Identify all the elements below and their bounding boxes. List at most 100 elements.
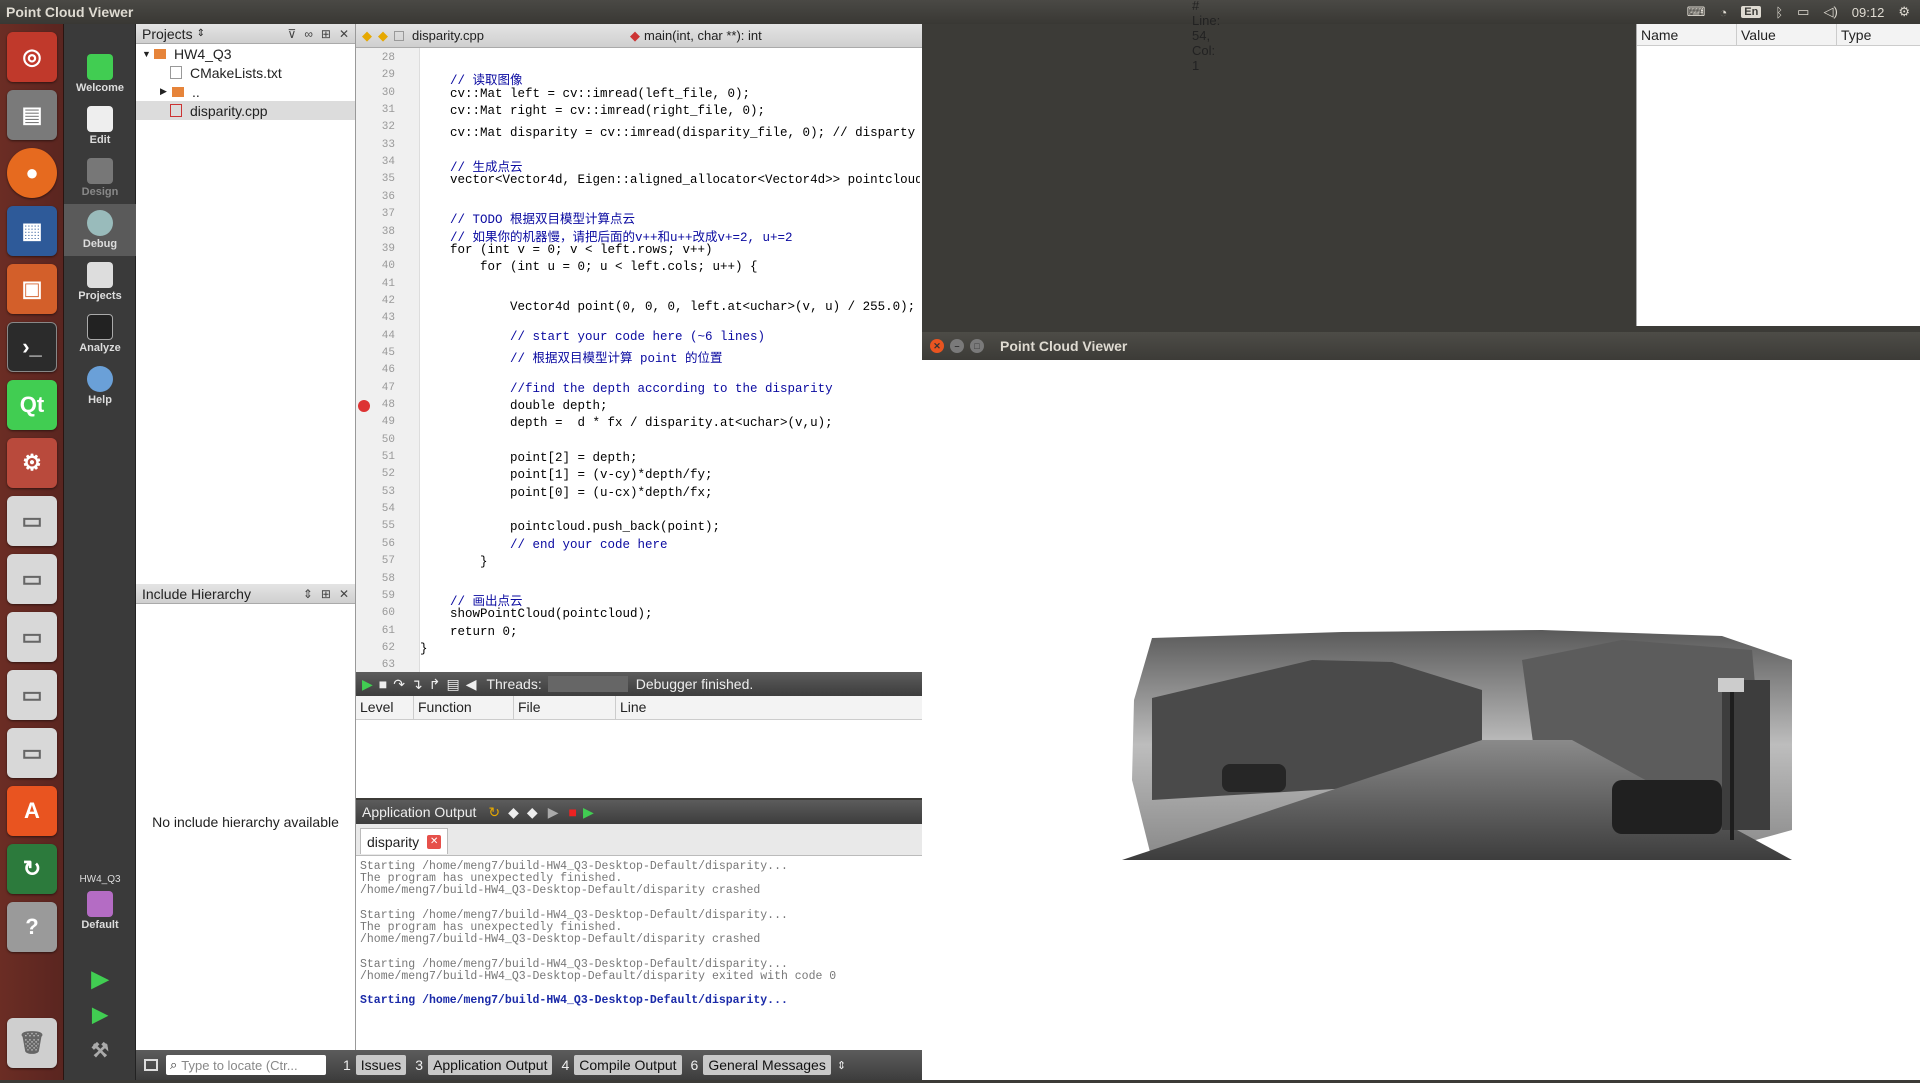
mode-projects[interactable]: Projects bbox=[64, 256, 136, 308]
app-output-text[interactable]: Starting /home/meng7/build-HW4_Q3-Deskto… bbox=[356, 856, 922, 1050]
step-into-icon[interactable]: ↴ bbox=[411, 676, 423, 693]
input-language-indicator[interactable]: En bbox=[1741, 6, 1762, 18]
close-icon[interactable]: ✕ bbox=[339, 27, 349, 41]
firefox-icon[interactable]: ● bbox=[7, 148, 57, 198]
writer-icon[interactable]: ▦ bbox=[7, 206, 57, 256]
column-header[interactable]: Type bbox=[1837, 24, 1920, 45]
chevron-down-icon[interactable]: ⇕ bbox=[303, 587, 313, 601]
line-number: 44 bbox=[381, 329, 395, 342]
point-cloud-render[interactable] bbox=[922, 360, 1920, 1080]
tab-application-output[interactable]: 3 Application Output bbox=[410, 1054, 553, 1076]
drive-icon[interactable]: ▭ bbox=[7, 554, 57, 604]
keyboard-icon[interactable]: ⌨ bbox=[1687, 4, 1706, 20]
forward-arrow-icon[interactable]: ◆ bbox=[378, 28, 388, 44]
rerun-icon[interactable]: ↻ bbox=[488, 804, 500, 821]
stop-icon[interactable]: ■ bbox=[379, 676, 387, 692]
terminal-icon[interactable]: ›_ bbox=[7, 322, 57, 372]
files-icon[interactable]: ▤ bbox=[7, 90, 57, 140]
split-icon[interactable]: ⊞ bbox=[321, 27, 331, 41]
mode-edit[interactable]: Edit bbox=[64, 100, 136, 152]
locator-input[interactable]: ⌕ Type to locate (Ctr... bbox=[166, 1055, 326, 1075]
minimize-button[interactable]: – bbox=[950, 339, 964, 353]
tree-item-folder[interactable]: ▶ .. bbox=[136, 82, 355, 101]
back-arrow-icon[interactable]: ◆ bbox=[362, 28, 372, 44]
stop-icon[interactable]: ■ bbox=[568, 804, 576, 820]
gear-icon[interactable]: ⚙ bbox=[1898, 4, 1910, 20]
attach-icon[interactable]: ▶ bbox=[583, 804, 594, 821]
split-icon[interactable]: ⊞ bbox=[321, 587, 331, 601]
mode-design[interactable]: Design bbox=[64, 152, 136, 204]
locals-header: Name Value Type bbox=[1637, 24, 1920, 46]
cursor-position[interactable]: # Line: 54, Col: 1 bbox=[1192, 0, 1220, 73]
tree-item-project[interactable]: ▼ HW4_Q3 bbox=[136, 44, 355, 63]
mode-analyze[interactable]: Analyze bbox=[64, 308, 136, 360]
close-window-button[interactable]: ✕ bbox=[930, 339, 944, 353]
tab-disparity[interactable]: disparity ✕ bbox=[360, 828, 449, 854]
impress-icon[interactable]: ▣ bbox=[7, 264, 57, 314]
file-selector[interactable]: disparity.cpp bbox=[412, 28, 626, 43]
debug-run-button[interactable]: ▶ bbox=[64, 1002, 136, 1032]
chevron-right-icon[interactable]: ▶ bbox=[160, 86, 172, 97]
viewer-titlebar[interactable]: ✕ – □ Point Cloud Viewer bbox=[922, 332, 1920, 360]
step-over-icon[interactable]: ↷ bbox=[393, 676, 405, 693]
column-header[interactable]: Value bbox=[1737, 24, 1837, 45]
threads-selector[interactable] bbox=[547, 676, 628, 692]
mode-help[interactable]: Help bbox=[64, 360, 136, 412]
build-button[interactable]: ⚒ bbox=[64, 1038, 136, 1068]
bluetooth-icon[interactable]: ᛒ bbox=[1775, 5, 1783, 20]
column-header[interactable]: Function bbox=[414, 696, 514, 719]
settings-icon[interactable]: ⚙ bbox=[7, 438, 57, 488]
code-line: double depth; bbox=[420, 399, 608, 413]
updater-icon[interactable]: ↻ bbox=[7, 844, 57, 894]
run-icon[interactable]: ▶ bbox=[548, 804, 559, 821]
column-header[interactable]: File bbox=[514, 696, 616, 719]
stack-view[interactable] bbox=[356, 720, 922, 798]
link-icon[interactable]: ∞ bbox=[304, 27, 313, 41]
tab-issues[interactable]: 1 Issues bbox=[338, 1054, 407, 1076]
trash-icon[interactable]: 🗑 bbox=[7, 1018, 57, 1068]
drive-icon[interactable]: ▭ bbox=[7, 612, 57, 662]
mode-debug[interactable]: Debug bbox=[64, 204, 136, 256]
maximize-button[interactable]: □ bbox=[970, 339, 984, 353]
battery-icon[interactable]: ▭ bbox=[1797, 4, 1809, 20]
next-icon[interactable]: ◆ bbox=[527, 804, 538, 821]
tab-general-messages[interactable]: 6 General Messages bbox=[686, 1054, 831, 1076]
filter-icon[interactable]: ⊽ bbox=[288, 27, 297, 41]
run-button[interactable]: ▶ bbox=[64, 966, 136, 996]
drive-icon[interactable]: ▭ bbox=[7, 496, 57, 546]
step-out-icon[interactable]: ↱ bbox=[429, 676, 441, 693]
symbol-selector[interactable]: main(int, char **): int bbox=[644, 28, 922, 43]
mode-welcome[interactable]: Welcome bbox=[64, 48, 136, 100]
column-header[interactable]: Name bbox=[1637, 24, 1737, 45]
drive-icon[interactable]: ▭ bbox=[7, 728, 57, 778]
prev-icon[interactable]: ◆ bbox=[508, 804, 519, 821]
code-area[interactable]: // 读取图像 cv::Mat left = cv::imread(left_f… bbox=[420, 48, 920, 692]
disassembly-icon[interactable]: ▤ bbox=[446, 676, 459, 693]
breakpoint-icon[interactable] bbox=[358, 400, 370, 412]
wifi-icon[interactable]: ◔ bbox=[1719, 5, 1727, 20]
point-cloud-viewer-window: ✕ – □ Point Cloud Viewer bbox=[922, 332, 1920, 1080]
line-number: 29 bbox=[381, 69, 395, 82]
help-icon[interactable]: ? bbox=[7, 902, 57, 952]
chevron-down-icon[interactable]: ▼ bbox=[142, 49, 154, 59]
ubuntu-dash-icon[interactable]: ◎ bbox=[7, 32, 57, 82]
reverse-icon[interactable]: ◀ bbox=[466, 676, 477, 693]
tree-item-file-selected[interactable]: disparity.cpp bbox=[136, 101, 355, 120]
tree-item-file[interactable]: CMakeLists.txt bbox=[136, 63, 355, 82]
close-icon[interactable]: ✕ bbox=[339, 587, 349, 601]
chevron-down-icon[interactable]: ⇕ bbox=[197, 28, 205, 39]
code-line: // start your code here (~6 lines) bbox=[420, 329, 766, 344]
software-center-icon[interactable]: A bbox=[7, 786, 57, 836]
drive-icon[interactable]: ▭ bbox=[7, 670, 57, 720]
column-header[interactable]: Level bbox=[356, 696, 414, 719]
volume-icon[interactable]: ◁) bbox=[1823, 4, 1837, 20]
sidebar-toggle-icon[interactable] bbox=[144, 1059, 158, 1071]
kit-selector[interactable]: HW4_Q3 Default bbox=[64, 870, 136, 950]
chevron-updown-icon[interactable]: ⇕ bbox=[837, 1059, 846, 1072]
column-header[interactable]: Line bbox=[616, 696, 922, 719]
qt-creator-icon[interactable]: Qt bbox=[7, 380, 57, 430]
close-icon[interactable]: ✕ bbox=[427, 834, 442, 849]
clock[interactable]: 09:12 bbox=[1852, 5, 1885, 20]
continue-icon[interactable]: ▶ bbox=[362, 676, 373, 693]
tab-compile-output[interactable]: 4 Compile Output bbox=[556, 1054, 682, 1076]
